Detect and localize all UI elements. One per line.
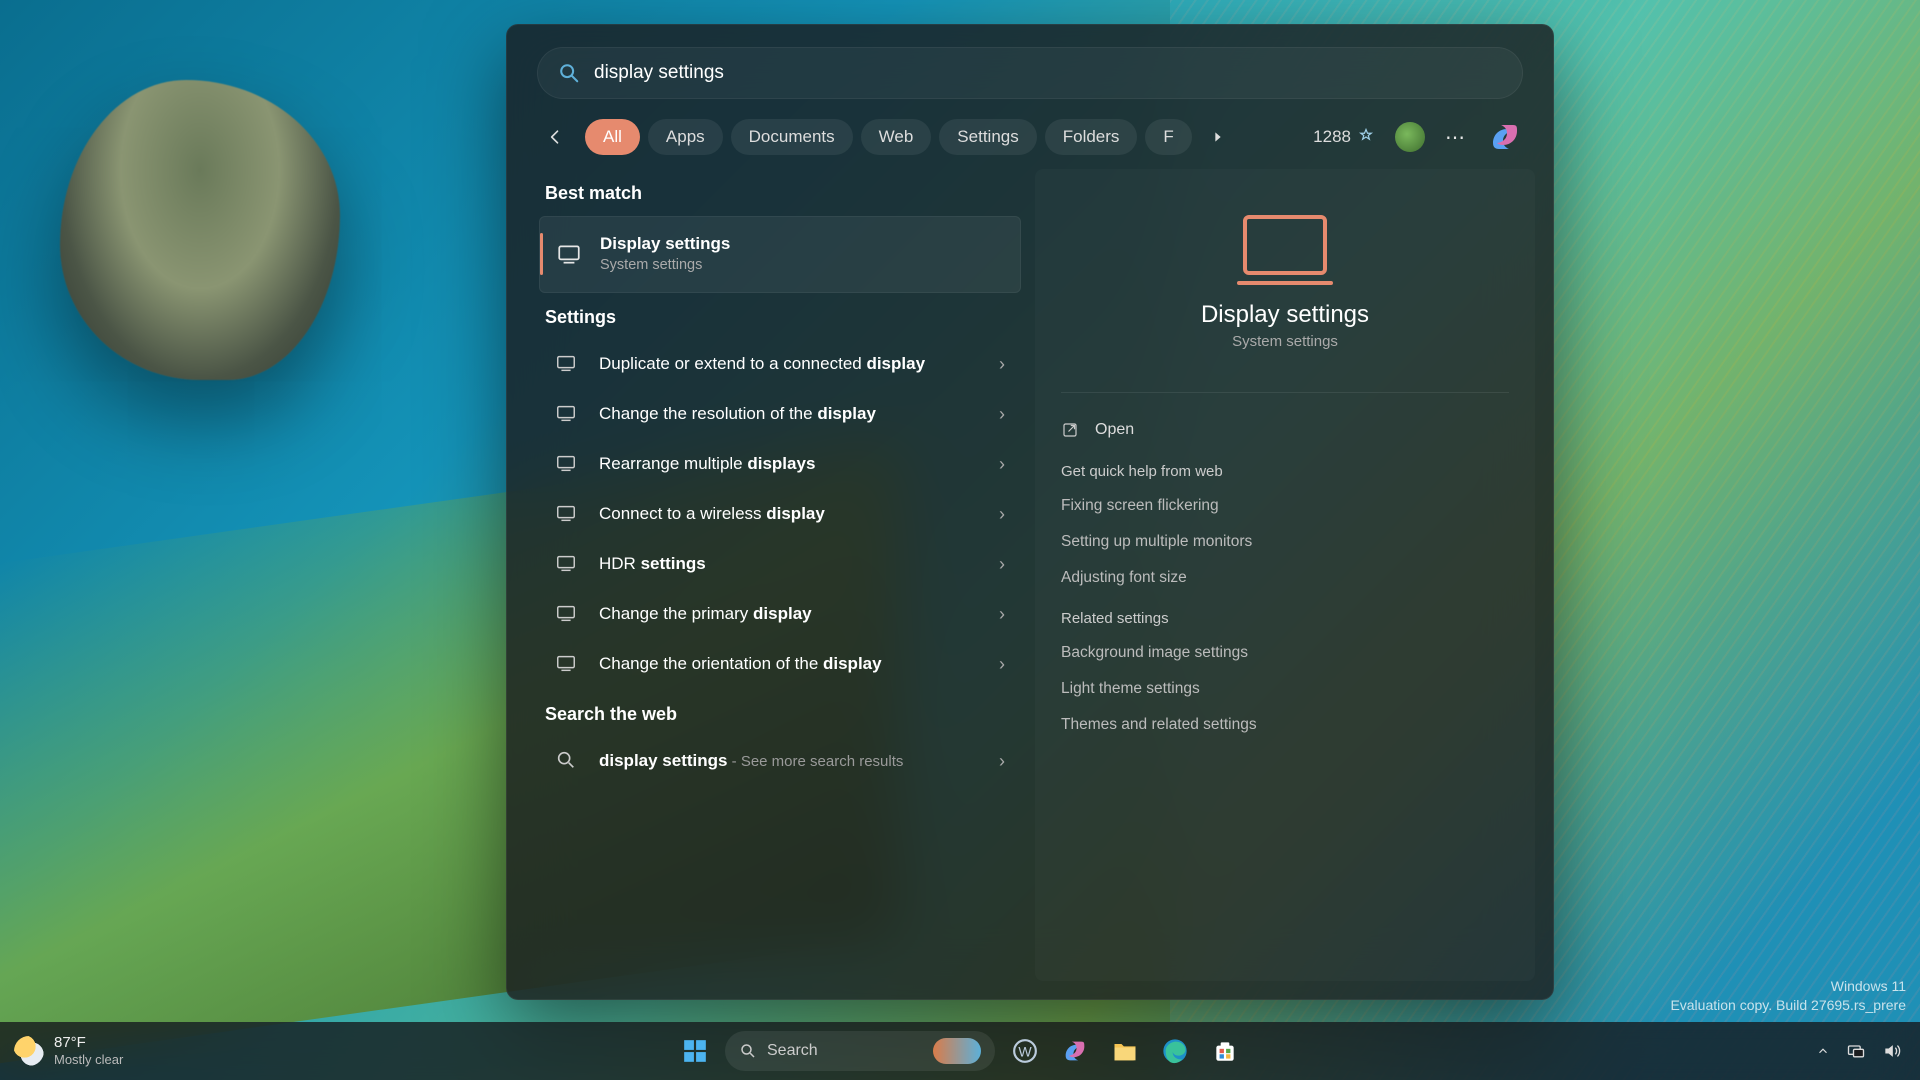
tray-volume-icon[interactable] — [1882, 1041, 1902, 1061]
weather-widget[interactable]: 87°F Mostly clear — [0, 1035, 123, 1067]
search-highlight-icon — [933, 1038, 981, 1064]
points-value: 1288 — [1313, 127, 1351, 147]
filter-pill-apps[interactable]: Apps — [648, 119, 723, 155]
taskbar-search-icon — [739, 1042, 757, 1060]
web-result-suffix: - See more search results — [727, 753, 903, 770]
watermark-line1: Windows 11 — [1670, 977, 1906, 997]
back-button[interactable] — [537, 119, 573, 155]
search-panel: AllAppsDocumentsWebSettingsFoldersF 1288… — [506, 24, 1554, 1000]
taskbar-search[interactable]: Search — [725, 1031, 995, 1071]
display-icon — [555, 402, 581, 428]
filter-pill-documents[interactable]: Documents — [731, 119, 853, 155]
filter-scroll-next[interactable] — [1204, 123, 1232, 151]
display-settings-hero-icon — [1243, 215, 1327, 275]
search-result-icon — [555, 749, 581, 775]
display-icon — [555, 452, 581, 478]
watermark: Windows 11 Evaluation copy. Build 27695.… — [1670, 977, 1906, 1016]
settings-result[interactable]: Change the resolution of the display› — [539, 390, 1021, 440]
filter-pill-folders[interactable]: Folders — [1045, 119, 1138, 155]
display-icon — [555, 502, 581, 528]
settings-result[interactable]: Rearrange multiple displays› — [539, 440, 1021, 490]
chevron-right-icon: › — [999, 751, 1005, 772]
watermark-line2: Evaluation copy. Build 27695.rs_prere — [1670, 996, 1906, 1016]
best-match-subtitle: System settings — [600, 256, 1004, 276]
search-bar[interactable] — [537, 47, 1523, 99]
taskbar: 87°F Mostly clear Search W — [0, 1022, 1920, 1080]
chevron-right-icon: › — [999, 404, 1005, 425]
taskbar-edge[interactable] — [1155, 1031, 1195, 1071]
rewards-icon — [1357, 128, 1375, 146]
rewards-points[interactable]: 1288 — [1313, 127, 1375, 147]
taskbar-copilot[interactable] — [1055, 1031, 1095, 1071]
related-settings-link[interactable]: Light theme settings — [1061, 671, 1509, 707]
settings-result[interactable]: Duplicate or extend to a connected displ… — [539, 340, 1021, 390]
weather-temp: 87°F — [54, 1035, 123, 1052]
taskbar-app-1[interactable]: W — [1005, 1031, 1045, 1071]
chevron-right-icon: › — [999, 604, 1005, 625]
tray-overflow[interactable] — [1816, 1044, 1830, 1058]
filter-row: AllAppsDocumentsWebSettingsFoldersF 1288… — [507, 99, 1553, 169]
filter-pill-all[interactable]: All — [585, 119, 640, 155]
display-icon — [555, 552, 581, 578]
open-icon — [1061, 421, 1079, 439]
preview-title: Display settings — [1201, 301, 1369, 329]
related-settings-label: Related settings — [1061, 596, 1509, 635]
chevron-right-icon: › — [999, 654, 1005, 675]
related-settings-link[interactable]: Themes and related settings — [1061, 707, 1509, 743]
quick-help-label: Get quick help from web — [1061, 449, 1509, 488]
settings-result[interactable]: HDR settings› — [539, 540, 1021, 590]
display-icon — [555, 352, 581, 378]
tray-network-icon[interactable] — [1846, 1041, 1866, 1061]
open-action[interactable]: Open — [1061, 411, 1509, 449]
web-result[interactable]: display settings - See more search resul… — [539, 737, 1021, 787]
quick-help-link[interactable]: Adjusting font size — [1061, 560, 1509, 596]
section-settings: Settings — [539, 293, 1021, 340]
display-icon — [555, 652, 581, 678]
chevron-right-icon: › — [999, 554, 1005, 575]
filter-pill-web[interactable]: Web — [861, 119, 932, 155]
settings-result[interactable]: Change the orientation of the display› — [539, 640, 1021, 690]
filter-pill-f[interactable]: F — [1145, 119, 1191, 155]
web-result-title: display settings — [599, 751, 727, 770]
section-search-web: Search the web — [539, 690, 1021, 737]
settings-result[interactable]: Connect to a wireless display› — [539, 490, 1021, 540]
taskbar-search-placeholder: Search — [767, 1042, 818, 1060]
chevron-right-icon: › — [999, 504, 1005, 525]
chevron-right-icon: › — [999, 354, 1005, 375]
copilot-icon[interactable] — [1487, 119, 1523, 155]
taskbar-explorer[interactable] — [1105, 1031, 1145, 1071]
preview-panel: Display settings System settings Open Ge… — [1035, 169, 1535, 981]
section-best-match: Best match — [539, 169, 1021, 216]
user-avatar[interactable] — [1395, 122, 1425, 152]
chevron-right-icon: › — [999, 454, 1005, 475]
taskbar-store[interactable] — [1205, 1031, 1245, 1071]
settings-result[interactable]: Change the primary display› — [539, 590, 1021, 640]
weather-icon — [14, 1036, 44, 1066]
quick-help-link[interactable]: Fixing screen flickering — [1061, 488, 1509, 524]
display-icon — [556, 241, 582, 267]
open-label: Open — [1095, 421, 1134, 439]
preview-subtitle: System settings — [1232, 333, 1338, 350]
results-column: Best match Display settings System setti… — [525, 169, 1021, 981]
display-icon — [555, 602, 581, 628]
search-input[interactable] — [594, 62, 1502, 84]
search-icon — [558, 62, 580, 84]
svg-text:W: W — [1018, 1043, 1032, 1059]
more-options[interactable]: ⋯ — [1445, 125, 1467, 150]
best-match-title: Display settings — [600, 234, 730, 253]
start-button[interactable] — [675, 1031, 715, 1071]
quick-help-link[interactable]: Setting up multiple monitors — [1061, 524, 1509, 560]
weather-condition: Mostly clear — [54, 1052, 123, 1067]
best-match-result[interactable]: Display settings System settings — [539, 216, 1021, 293]
filter-pill-settings[interactable]: Settings — [939, 119, 1036, 155]
related-settings-link[interactable]: Background image settings — [1061, 635, 1509, 671]
